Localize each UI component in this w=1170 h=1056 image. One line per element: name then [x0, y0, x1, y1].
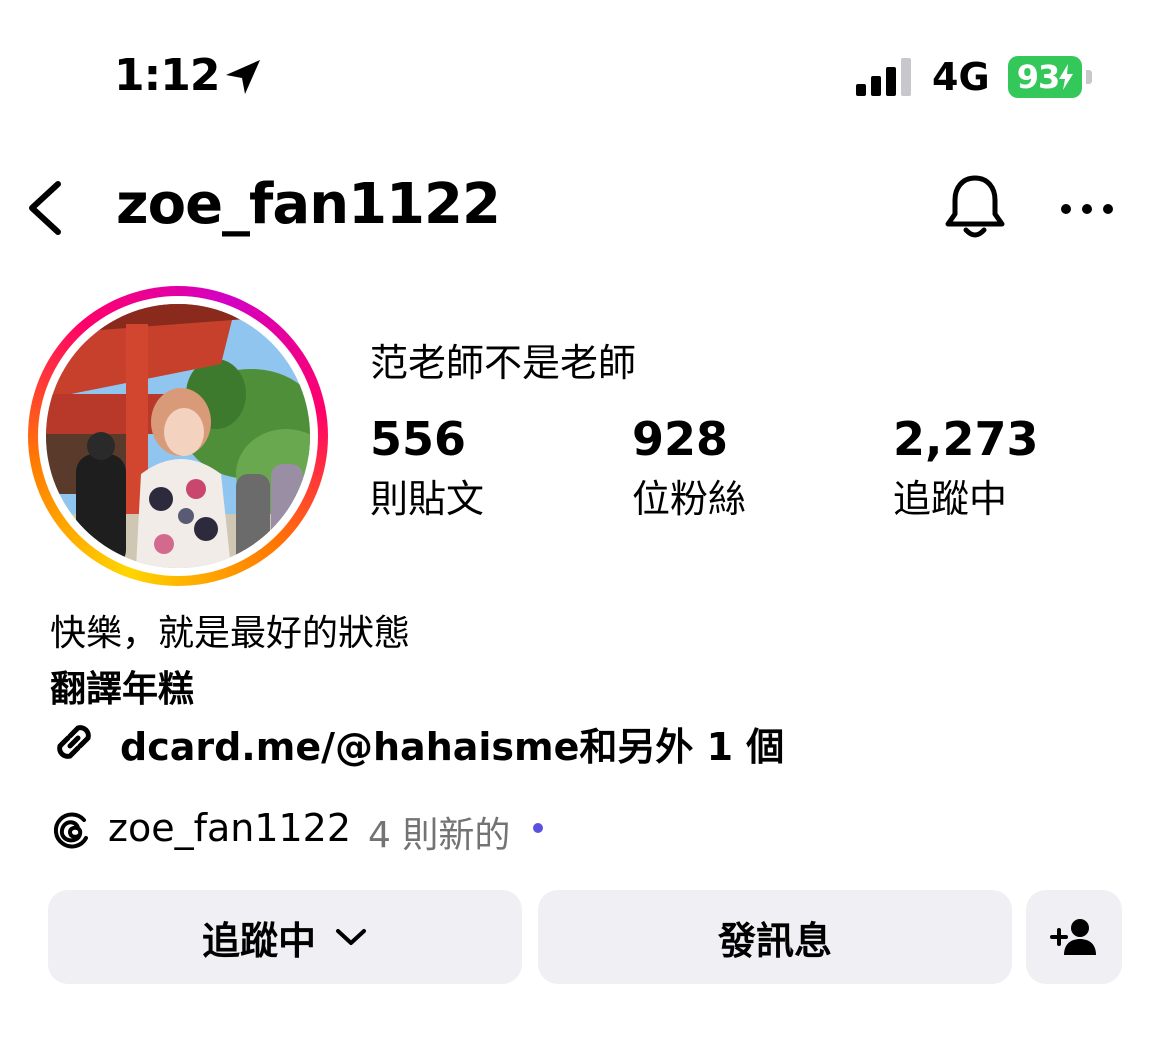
threads-icon: [53, 812, 88, 849]
profile-display-name: 范老師不是老師: [370, 341, 637, 385]
profile-link[interactable]: dcard.me/@hahaisme和另外 1 個: [120, 716, 784, 771]
message-button[interactable]: 發訊息: [538, 890, 1012, 984]
stat-posts[interactable]: 556 則貼文: [370, 412, 484, 523]
stat-followers-label: 位粉絲: [632, 477, 747, 521]
stat-posts-count: 556: [370, 412, 467, 466]
status-time: 1:12: [114, 50, 220, 101]
location-arrow-icon: [226, 60, 260, 94]
stat-following-label: 追蹤中: [893, 477, 1008, 521]
charging-bolt-icon: [1059, 64, 1074, 90]
avatar-photo: [46, 304, 310, 568]
ellipsis-icon[interactable]: [1058, 196, 1116, 222]
back-chevron-icon[interactable]: [22, 178, 70, 238]
threads-username[interactable]: zoe_fan1122: [108, 806, 351, 850]
threads-new-count[interactable]: 4 則新的: [368, 806, 510, 858]
bio-line: 快樂，就是最好的狀態: [50, 613, 411, 654]
battery-level: 93: [1016, 58, 1061, 96]
following-button[interactable]: 追蹤中: [48, 890, 522, 984]
story-ring-avatar[interactable]: [28, 286, 328, 586]
message-button-label: 發訊息: [717, 918, 832, 963]
network-type: 4G: [932, 55, 990, 99]
link-icon: [57, 725, 91, 759]
chevron-down-icon: [336, 929, 366, 945]
profile-username: zoe_fan1122: [116, 172, 501, 237]
following-button-label: 追蹤中: [201, 918, 316, 963]
bell-icon[interactable]: [942, 172, 1008, 244]
stat-followers[interactable]: 928 位粉絲: [632, 412, 746, 523]
stat-following[interactable]: 2,273 追蹤中: [893, 412, 1039, 523]
add-person-button[interactable]: [1026, 890, 1122, 984]
bio-line-bold: 翻譯年糕: [50, 669, 195, 710]
stat-followers-count: 928: [632, 412, 729, 466]
stat-posts-label: 則貼文: [370, 477, 485, 521]
threads-unread-dot: [533, 823, 543, 833]
stat-following-count: 2,273: [893, 412, 1039, 466]
add-person-icon: [1050, 919, 1096, 955]
cellular-signal-icon: [856, 58, 911, 96]
battery-indicator: 93: [1008, 56, 1094, 100]
